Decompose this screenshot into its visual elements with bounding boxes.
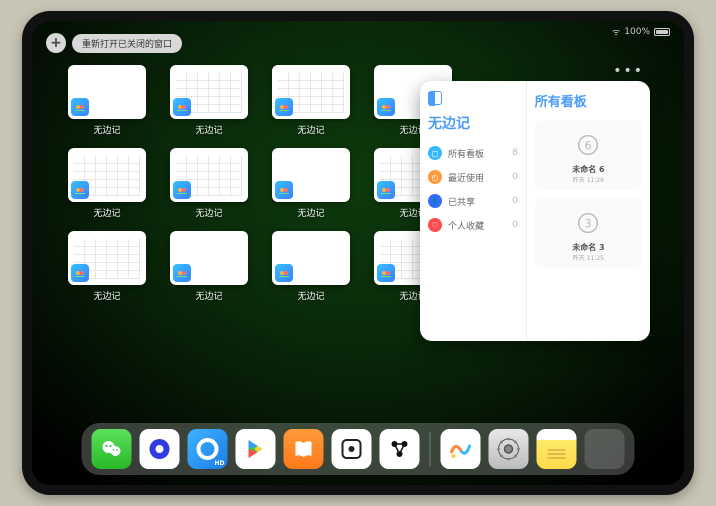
dock-app-freeform[interactable] [441,429,481,469]
sidebar-item[interactable]: ♡ 个人收藏 0 [428,213,518,237]
tile-label: 无边记 [93,289,120,302]
reopen-closed-window-button[interactable]: 重新打开已关闭的窗口 [72,34,182,53]
row-icon: ◻ [428,146,442,160]
panel-sidebar: 无边记 ◻ 所有看板 8 ◴ 最近使用 0 👤 已共享 0 ♡ 个人收藏 0 [420,81,526,341]
row-label: 所有看板 [448,147,484,160]
dock-app-settings[interactable] [489,429,529,469]
freeform-icon [275,264,293,282]
app-tile[interactable]: 无边记 [170,231,248,302]
dock-app-books[interactable] [284,429,324,469]
dock-app-wechat[interactable] [92,429,132,469]
app-tile[interactable]: 无边记 [68,148,146,219]
screen: ᯤ 100% + 重新打开已关闭的窗口 无边记无边记无边记无边记无边记无边记无边… [32,21,684,485]
tile-thumbnail [170,148,248,202]
tile-thumbnail [272,65,350,119]
wifi-icon: ᯤ [612,25,620,38]
tile-label: 无边记 [93,123,120,136]
board-name: 未命名 3 [541,242,636,253]
dock-app-play[interactable] [236,429,276,469]
top-bar: + 重新打开已关闭的窗口 [46,33,182,53]
sidebar-item[interactable]: 👤 已共享 0 [428,189,518,213]
row-icon: ♡ [428,218,442,232]
board-sketch: 3 [541,204,636,242]
board-item[interactable]: 3 未命名 3昨天 11:25 [535,198,642,268]
dock: HD [82,423,635,475]
app-tile[interactable]: 无边记 [272,231,350,302]
tile-label: 无边记 [297,289,324,302]
panel-content: 所有看板 6 未命名 6昨天 11:26 3 未命名 3昨天 11:25 [526,81,650,341]
board-sub: 昨天 11:26 [541,175,636,184]
battery-icon [654,28,670,36]
sidebar-item[interactable]: ◴ 最近使用 0 [428,165,518,189]
row-count: 8 [512,148,518,158]
row-label: 已共享 [448,195,475,208]
freeform-icon [173,181,191,199]
dock-app-notes[interactable] [537,429,577,469]
status-bar: ᯤ 100% [612,25,670,38]
freeform-icon [377,98,395,116]
freeform-icon [71,264,89,282]
dock-separator [430,432,431,466]
row-count: 0 [512,220,518,230]
tile-thumbnail [68,148,146,202]
tile-thumbnail [68,65,146,119]
board-sketch: 6 [541,126,636,164]
panel-right-title: 所有看板 [535,91,642,110]
freeform-icon [173,98,191,116]
tile-label: 无边记 [195,289,222,302]
dock-app-dice[interactable] [332,429,372,469]
battery-text: 100% [624,27,650,37]
freeform-icon [275,181,293,199]
tile-thumbnail [272,148,350,202]
tile-label: 无边记 [195,123,222,136]
svg-text:3: 3 [585,218,592,231]
app-tile[interactable]: 无边记 [272,65,350,136]
freeform-icon [377,264,395,282]
row-icon: 👤 [428,194,442,208]
row-icon: ◴ [428,170,442,184]
app-tile[interactable]: 无边记 [68,231,146,302]
dock-app-folder[interactable] [585,429,625,469]
tile-thumbnail [170,231,248,285]
row-label: 最近使用 [448,171,484,184]
freeform-panel[interactable]: ••• 无边记 ◻所有看板8◴最近使用0👤已共享0♡个人收藏0 所有看板 6未命… [420,81,650,341]
tile-label: 无边记 [297,206,324,219]
tile-label: 无边记 [93,206,120,219]
dock-app-connect[interactable] [380,429,420,469]
freeform-icon [377,181,395,199]
tile-thumbnail [68,231,146,285]
row-label: 个人收藏 [448,219,484,232]
app-tile[interactable]: 无边记 [170,65,248,136]
row-count: 0 [512,196,518,206]
tile-thumbnail [272,231,350,285]
app-tile[interactable]: 无边记 [68,65,146,136]
board-item[interactable]: 6 未命名 6昨天 11:26 [535,120,642,190]
tile-label: 无边记 [195,206,222,219]
row-count: 0 [512,172,518,182]
freeform-icon [275,98,293,116]
sidebar-item[interactable]: ◻ 所有看板 8 [428,141,518,165]
app-tile[interactable]: 无边记 [272,148,350,219]
dock-app-qqbrowser[interactable]: HD [188,429,228,469]
board-sub: 昨天 11:25 [541,253,636,262]
more-icon[interactable]: ••• [613,63,644,79]
dock-app-quark[interactable] [140,429,180,469]
tile-label: 无边记 [297,123,324,136]
panel-title: 无边记 [428,113,518,133]
app-tile[interactable]: 无边记 [170,148,248,219]
new-window-button[interactable]: + [46,33,66,53]
board-name: 未命名 6 [541,164,636,175]
freeform-icon [71,98,89,116]
app-tiles-grid: 无边记无边记无边记无边记无边记无边记无边记无边记无边记无边记无边记无边记 [68,65,452,302]
sidebar-icon [428,91,442,105]
freeform-icon [173,264,191,282]
tile-thumbnail [170,65,248,119]
ipad-frame: ᯤ 100% + 重新打开已关闭的窗口 无边记无边记无边记无边记无边记无边记无边… [22,11,694,495]
freeform-icon [71,181,89,199]
svg-text:6: 6 [585,140,592,153]
